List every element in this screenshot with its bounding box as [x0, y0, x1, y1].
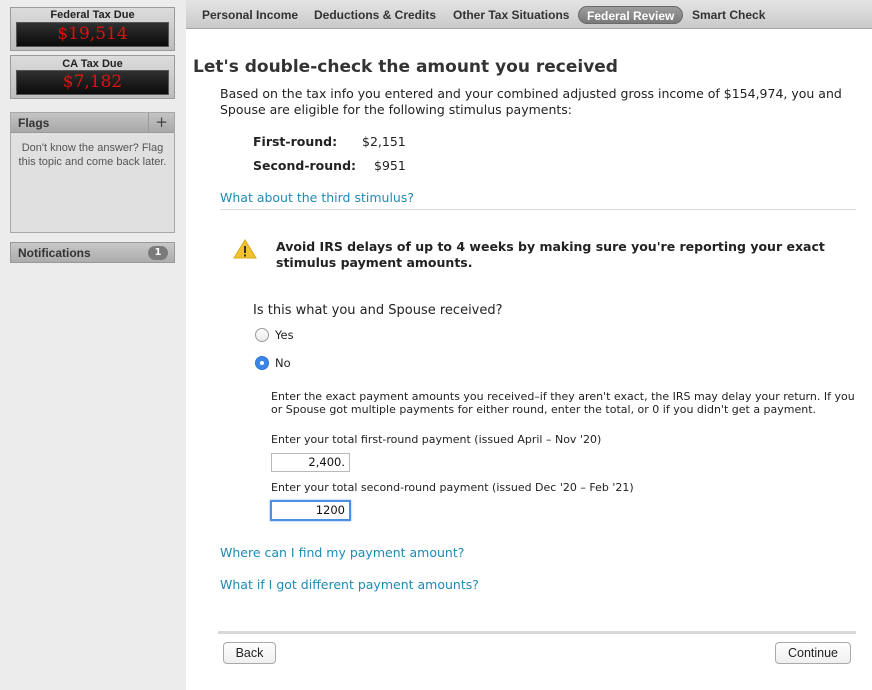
notifications-title: Notifications	[18, 246, 91, 260]
second-round-label: Second-round:	[253, 158, 357, 173]
yes-radio[interactable]	[255, 328, 269, 342]
federal-tax-due-label: Federal Tax Due	[50, 9, 135, 21]
first-round-label: First-round:	[253, 134, 338, 149]
tab-federal-review[interactable]: Federal Review	[578, 6, 684, 24]
second-round-field-label: Enter your total second-round payment (i…	[271, 481, 634, 494]
sidebar: Federal Tax Due $19,514 CA Tax Due $7,18…	[0, 0, 186, 690]
top-navigation: Personal Income Deductions & Credits Oth…	[186, 0, 872, 29]
ca-tax-due-label: CA Tax Due	[62, 58, 123, 70]
warning-text: Avoid IRS delays of up to 4 weeks by mak…	[276, 239, 825, 270]
yes-radio-label[interactable]: Yes	[275, 328, 294, 342]
first-round-value: $2,151	[362, 134, 406, 149]
second-round-payment-input[interactable]: 1200	[270, 500, 351, 521]
notifications-panel[interactable]: Notifications 1	[10, 242, 175, 263]
federal-tax-due-box: Federal Tax Due $19,514	[10, 7, 175, 51]
main-content: Let's double-check the amount you receiv…	[186, 30, 872, 690]
different-payment-amounts-link[interactable]: What if I got different payment amounts?	[220, 577, 479, 592]
back-button[interactable]: Back	[223, 642, 276, 664]
continue-button[interactable]: Continue	[775, 642, 851, 664]
flags-title: Flags	[18, 116, 50, 130]
flags-help-text: Don't know the answer? Flag this topic a…	[18, 142, 167, 168]
tab-deductions-credits[interactable]: Deductions & Credits	[314, 6, 436, 24]
ca-tax-due-value: $7,182	[16, 70, 169, 95]
warning-icon	[233, 239, 257, 259]
no-radio[interactable]	[255, 356, 269, 370]
divider	[220, 209, 856, 210]
tab-personal-income[interactable]: Personal Income	[202, 6, 298, 24]
ca-tax-due-box: CA Tax Due $7,182	[10, 55, 175, 99]
notifications-count-badge: 1	[148, 246, 168, 260]
third-stimulus-link[interactable]: What about the third stimulus?	[220, 190, 414, 205]
received-question: Is this what you and Spouse received?	[253, 303, 503, 318]
first-round-field-label: Enter your total first-round payment (is…	[271, 433, 602, 446]
intro-text: Based on the tax info you entered and yo…	[220, 86, 842, 117]
tab-smart-check[interactable]: Smart Check	[692, 6, 765, 24]
flags-header: Flags +	[11, 113, 174, 133]
flags-panel: Flags + Don't know the answer? Flag this…	[10, 112, 175, 233]
page-title: Let's double-check the amount you receiv…	[193, 57, 618, 77]
second-round-value: $951	[374, 158, 406, 173]
no-radio-label[interactable]: No	[275, 356, 291, 370]
find-payment-amount-link[interactable]: Where can I find my payment amount?	[220, 545, 464, 560]
tab-other-tax-situations[interactable]: Other Tax Situations	[453, 6, 569, 24]
add-flag-button[interactable]: +	[148, 113, 174, 132]
payment-instructions: Enter the exact payment amounts you rece…	[271, 390, 855, 416]
first-round-payment-input[interactable]: 2,400.	[271, 453, 350, 472]
footer-divider	[218, 631, 856, 634]
federal-tax-due-value: $19,514	[16, 22, 169, 47]
